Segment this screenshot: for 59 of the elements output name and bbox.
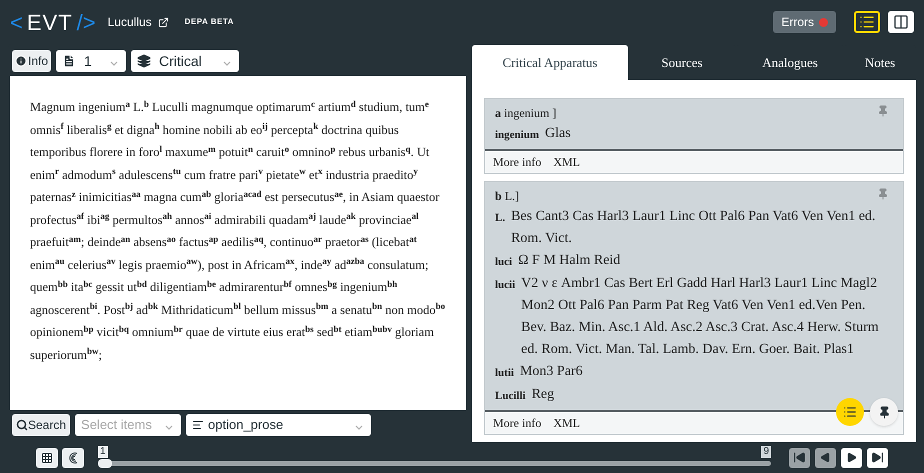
edition-text: Magnum ingenium$^{a}$ L.$^{b}$ Luculli magnumque optimarum$^{c}$ artium$^{d}$ studium, tum$^{e}$ omnis$^{f}$ liberalis$^{g}$ et digna$^{h}$ homine nobili ab eo$^{ij}$ percepta$^{k}$ doctrina quibus temporibus florere in foro$^{l}$ maxume$^{m}$ potuit$^{n}$ caruit$^{o}$ omnino$^{p}$ rebus urbanis$^{q}$. Ut enim$^{r}$ admodum$^{s}$ adulescens$^{tu}$ cum fratre pari$^{v}$ pietate$^{w}$ et$^{x}$ industria praedito$^{y}$ paternas$^{z}$ inimicitias$^{aa}$ magna cum$^{ab}$ gloria$^{acad}$ est persecutus$^{ae}$, in Asiam quaestor profectus$^{af}$ ibi$^{ag}$ permultos$^{ah}$ annos$^{ai}$ admirabili quadam$^{aj}$ laude$^{ak}$ provinciae$^{al}$ praefuit$^{am}$; deinde$^{an}$ absens$^{ao}$ factus$^{ap}$ aedilis$^{aq}$, continuo$^{ar}$ praetor$^{as}$ (licebat$^{at}$ enim$^{au}$ celerius$^{av}$ legis praemio$^{aw}$), post in Africam$^{ax}$, inde$^{ay}$ ad$^{azba}$ consulatum; quem$^{bb}$ ita$^{bc}$ gessit ut$^{bd}$ diligentiam$^{be}$ admirarentur$^{bf}$ omnes$^{bg}$ ingenium$^{bh}$ agnoscerent$^{bi}$. Post$^{bj}$ ad$^{bk}$ Mithridaticum$^{bl}$ bellum missus$^{bm}$ a senatu$^{bn}$ non modo$^{bo}$ opinionem$^{bp}$ vicit$^{bq}$ omnium$^{br}$ quae de virtute eius erat$^{bs}$ sed$^{bt}$ etiam$^{bubv}$ gloriam superiorum$^{bw}$; — [30, 98, 446, 364]
entry-link[interactable]: More info — [493, 414, 542, 432]
skip-back-icon — [793, 451, 806, 464]
view-mode-button[interactable] — [854, 11, 880, 33]
reading-witnesses: V2 ν ε Ambr1 Cas Bert Erl Gadd Harl Harl3 Laur1 Linc Magl2 Mon2 Ott Pal6 Pan Parm Pat Reg Vat6 Ven Ven1 ed.Ven Pen. Bev. Baz. Min. Asc.1 Ald. Asc.2 Asc.3 Crat. Asc.4 Herw. Sturm ed. Rom. Vict. Man. Tal. Lamb. Dav. Ern. Goer. Bait. Plas1 — [521, 275, 880, 359]
reading-label: lucii — [495, 278, 516, 293]
reading-label: Lucilli — [495, 389, 526, 404]
slider-end-label: 9 — [761, 446, 771, 458]
edition-label: DEPA BETA — [184, 16, 234, 28]
page-nav-button[interactable] — [841, 448, 862, 468]
reading-witnesses: Glas — [545, 125, 571, 143]
reading-witnesses: Ω F M Halm Reid — [518, 252, 620, 270]
entry-link[interactable]: More info — [493, 153, 542, 171]
caret-icon — [165, 425, 174, 430]
list-icon — [843, 405, 857, 419]
type-select[interactable]: option_prose — [186, 414, 372, 436]
search-button[interactable]: Search — [12, 414, 70, 436]
logo: EVT — [26, 8, 73, 36]
reading-witnesses: Mon3 Par6 — [520, 363, 583, 381]
page-select[interactable]: 1 — [56, 50, 126, 72]
panel-tab[interactable]: Critical Apparatus — [472, 45, 628, 80]
reading-label: lutii — [495, 366, 514, 381]
pin-icon — [878, 406, 890, 418]
align-left-icon — [192, 419, 204, 431]
list-icon — [859, 14, 875, 30]
concentric-arcs-icon — [67, 452, 79, 464]
play-icon — [846, 452, 857, 463]
reading-label: ingenium — [495, 128, 540, 143]
entry-link[interactable]: XML — [553, 153, 580, 171]
page-nav-button[interactable] — [867, 448, 888, 468]
entry-lemma: a ingenium ] — [495, 105, 556, 122]
logo-bracket: /> — [76, 8, 96, 36]
reading-witnesses: Bes Cant3 Cas Harl3 Laur1 Linc Ott Pal6 Pan Vat6 Ven Ven1 ed. Rom. Vict. — [511, 208, 876, 248]
skip-forward-icon — [871, 451, 884, 464]
entry-link[interactable]: XML — [553, 414, 580, 432]
concentric-view-button[interactable] — [62, 448, 84, 468]
slider-thumb[interactable] — [98, 458, 112, 468]
slider-start-label: 1 — [98, 446, 108, 458]
reading-label: L. — [495, 211, 506, 226]
entry-lemma: b L.] — [495, 188, 520, 205]
file-icon — [62, 54, 76, 68]
reading-witnesses: Reg — [532, 386, 554, 404]
edition-title: Lucullus — [108, 14, 152, 31]
info-button[interactable]: Info — [12, 50, 52, 72]
info-icon — [15, 55, 27, 67]
caret-icon — [223, 61, 232, 66]
search-icon — [16, 419, 28, 431]
external-link-icon[interactable] — [158, 16, 169, 28]
play-left-icon — [820, 452, 831, 463]
logo-bracket: < — [10, 8, 23, 36]
grid-icon — [41, 452, 53, 464]
caret-icon — [110, 61, 118, 66]
layers-icon — [137, 54, 152, 68]
reading-label: luci — [495, 255, 512, 270]
level-select[interactable]: Critical — [131, 50, 240, 72]
columns-icon — [893, 14, 909, 30]
caret-icon — [355, 425, 364, 430]
grid-view-button[interactable] — [36, 448, 58, 468]
errors-button[interactable]: Errors — [773, 11, 836, 33]
